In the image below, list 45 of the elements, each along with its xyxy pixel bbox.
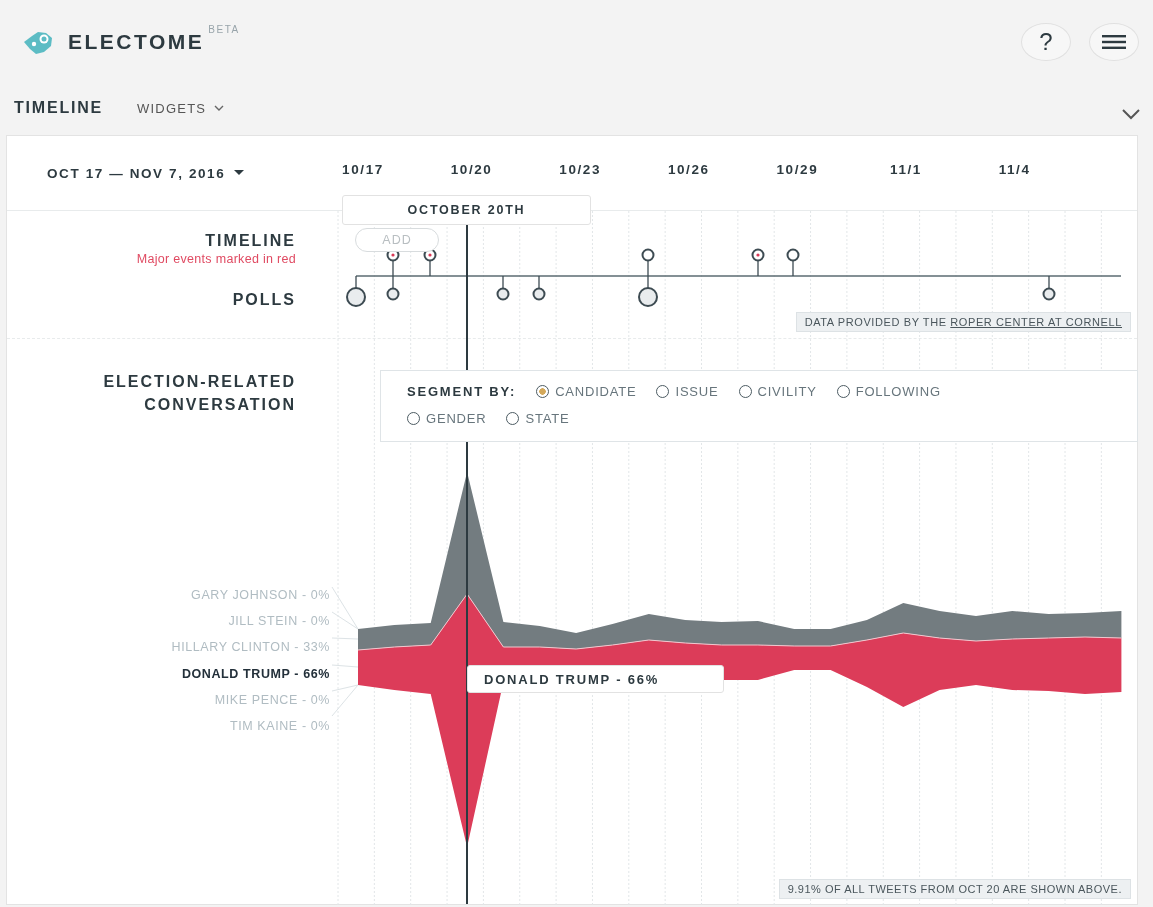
segment-radio[interactable]: CIVILITY <box>738 382 817 401</box>
poll-marker[interactable] <box>346 275 366 307</box>
date-label: 11/1 <box>890 162 922 177</box>
menu-icon <box>1102 34 1126 50</box>
event-marker[interactable] <box>786 248 800 277</box>
timeline-subtitle: Major events marked in red <box>136 252 296 266</box>
page-title: TIMELINE <box>14 99 104 117</box>
help-button[interactable]: ? <box>1021 23 1071 61</box>
date-label: 11/4 <box>998 162 1031 177</box>
date-label: 10/23 <box>559 162 602 177</box>
event-marker[interactable] <box>641 248 655 277</box>
beta-label: BETA <box>208 24 240 35</box>
poll-marker[interactable] <box>386 275 400 301</box>
chevron-down-icon <box>214 105 225 111</box>
caret-down-icon <box>234 170 245 176</box>
tweets-footnote: 9.91% OF ALL TWEETS FROM OCT 20 ARE SHOWN ABOVE. <box>778 879 1131 899</box>
poll-marker[interactable] <box>638 275 658 307</box>
event-marker[interactable] <box>751 248 765 277</box>
date-label: 10/20 <box>450 162 493 177</box>
date-label: 10/17 <box>342 162 384 177</box>
data-credit-note: DATA PROVIDED BY THE ROPER CENTER AT CORNELL <box>795 312 1131 332</box>
roper-center-link[interactable]: ROPER CENTER AT CORNELL <box>950 316 1122 328</box>
timeline-heading: TIMELINE <box>205 231 296 251</box>
segment-radio[interactable]: ISSUE <box>656 382 719 401</box>
app-name: ELECTOME <box>68 29 205 55</box>
menu-button[interactable] <box>1089 23 1139 61</box>
segment-radio[interactable]: FOLLOWING <box>836 382 941 401</box>
date-label: 10/26 <box>667 162 710 177</box>
date-range-dropdown[interactable]: OCT 17 — NOV 7, 2016 <box>7 136 330 210</box>
widgets-dropdown[interactable]: WIDGETS <box>137 100 225 116</box>
candidate-label[interactable]: DONALD TRUMP - 66% <box>181 660 330 687</box>
poll-marker[interactable] <box>1042 275 1056 301</box>
polls-heading: POLLS <box>232 290 296 310</box>
logo-icon <box>22 30 54 56</box>
segment-radio[interactable]: CANDIDATE <box>536 382 637 401</box>
candidate-tooltip: DONALD TRUMP - 66% <box>467 665 724 693</box>
date-label: 10/29 <box>776 162 819 177</box>
poll-marker[interactable] <box>496 275 510 301</box>
segment-radio[interactable]: GENDER <box>407 409 487 428</box>
collapse-chevron-icon[interactable] <box>1121 108 1141 120</box>
segment-label: SEGMENT BY: <box>407 383 517 401</box>
poll-marker[interactable] <box>532 275 546 301</box>
conversation-heading: ELECTION-RELATED CONVERSATION <box>102 372 296 415</box>
segment-radio[interactable]: STATE <box>506 409 570 428</box>
date-cursor-label: OCTOBER 20TH <box>342 195 591 225</box>
